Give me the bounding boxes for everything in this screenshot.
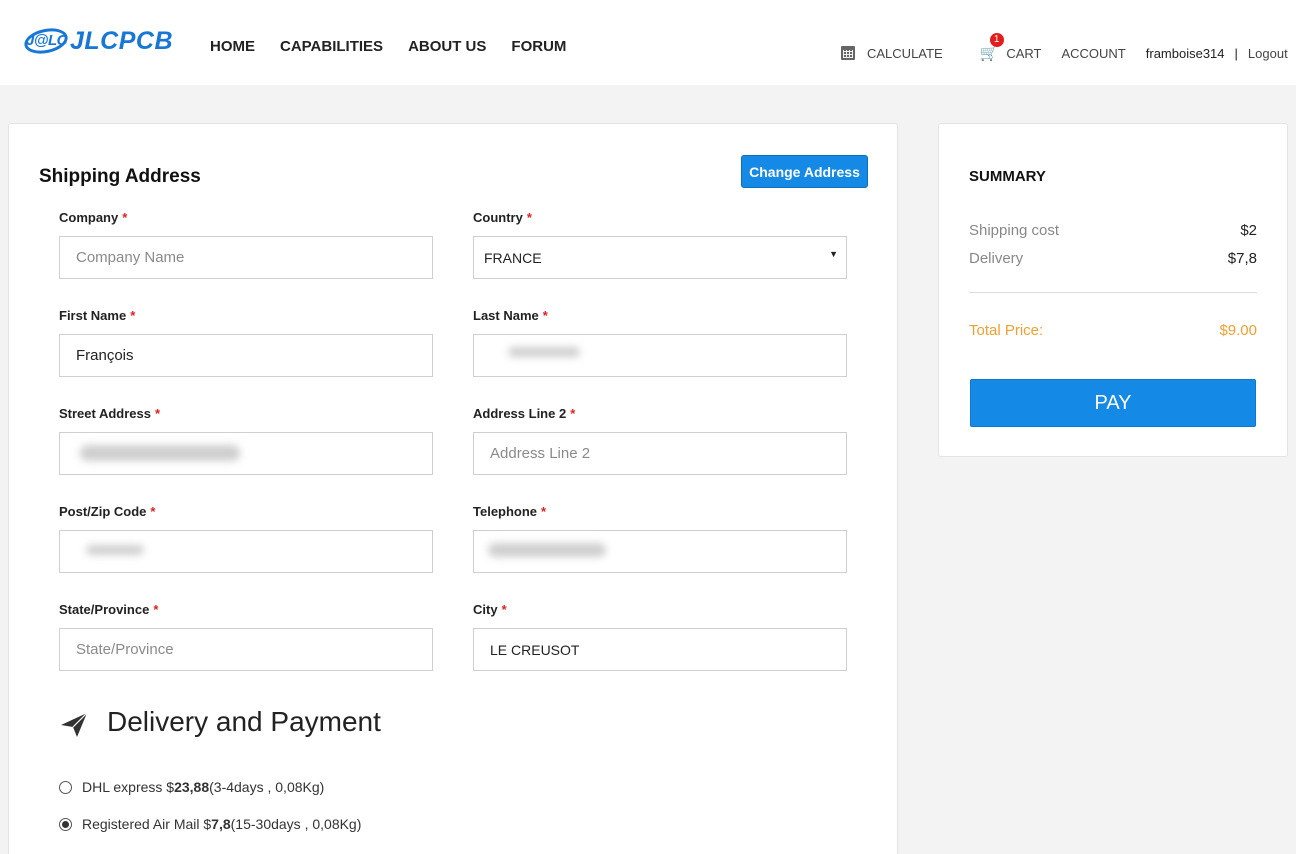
- shipping-cost-value: $2: [1240, 222, 1257, 239]
- city-field[interactable]: LE CREUSOT: [473, 628, 847, 671]
- redacted-text: [86, 545, 144, 555]
- nav-about-us[interactable]: ABOUT US: [408, 38, 486, 55]
- nav-forum[interactable]: FORUM: [511, 38, 566, 55]
- account-link[interactable]: ACCOUNT: [1061, 46, 1125, 61]
- state-province-field[interactable]: State/Province: [59, 628, 433, 671]
- option-price: 7,8: [211, 816, 231, 832]
- cart-count-badge: 1: [989, 33, 1004, 47]
- last-name-label: Last Name *: [473, 308, 548, 323]
- option-price: 23,88: [174, 779, 210, 795]
- zip-code-field[interactable]: [59, 530, 433, 573]
- cart-link[interactable]: 🛒 1 CART: [980, 33, 1042, 62]
- logo-text: JLCPCB: [70, 26, 174, 55]
- option-detail: (3-4days , 0,08Kg): [209, 779, 325, 795]
- redacted-text: [508, 347, 580, 357]
- top-header: J@LC JLCPCB HOME CAPABILITIES ABOUT US F…: [0, 0, 1296, 85]
- delivery-option-dhl[interactable]: DHL express $23,88 (3-4days , 0,08Kg): [59, 779, 324, 795]
- pay-button[interactable]: PAY: [970, 379, 1256, 427]
- user-toolbar: CALCULATE 🛒 1 CART ACCOUNT framboise314 |…: [841, 33, 1288, 62]
- radio-dhl[interactable]: [59, 780, 72, 794]
- first-name-label: First Name *: [59, 308, 136, 323]
- separator: |: [1234, 45, 1238, 61]
- logout-link[interactable]: Logout: [1248, 46, 1288, 61]
- change-address-button[interactable]: Change Address: [741, 155, 868, 188]
- delivery-value: $7,8: [1227, 250, 1257, 267]
- logo-badge-text: J@LC: [26, 32, 67, 49]
- username-link[interactable]: framboise314: [1146, 46, 1225, 61]
- nav-home[interactable]: HOME: [210, 38, 255, 55]
- street-address-label: Street Address *: [59, 406, 161, 421]
- total-price-label: Total Price:: [969, 322, 1044, 339]
- telephone-label: Telephone *: [473, 504, 547, 519]
- company-label: Company *: [59, 210, 128, 225]
- calendar-icon: [841, 46, 855, 60]
- cart-icon: 🛒 1: [980, 33, 1004, 62]
- shipping-title: Shipping Address: [39, 166, 201, 187]
- option-name: Registered Air Mail $: [82, 816, 212, 832]
- address-line-2-label: Address Line 2 *: [473, 406, 576, 421]
- paper-plane-icon: [61, 712, 88, 737]
- option-detail: (15-30days , 0,08Kg): [230, 816, 362, 832]
- last-name-field[interactable]: [473, 334, 847, 377]
- chevron-down-icon: ▼: [829, 249, 838, 259]
- telephone-field[interactable]: [473, 530, 847, 573]
- summary-panel: SUMMARY Shipping cost $2 Delivery $7,8 T…: [938, 123, 1288, 457]
- delivery-row: Delivery $7,8: [969, 250, 1257, 267]
- address-line-2-field[interactable]: Address Line 2: [473, 432, 847, 475]
- zip-code-label: Post/Zip Code *: [59, 504, 156, 519]
- delivery-option-air-mail[interactable]: Registered Air Mail $7,8 (15-30days , 0,0…: [59, 816, 361, 832]
- jlcpcb-logo[interactable]: J@LC JLCPCB: [21, 24, 174, 58]
- summary-title: SUMMARY: [969, 168, 1046, 185]
- radio-air-mail[interactable]: [59, 817, 72, 831]
- company-field[interactable]: Company Name: [59, 236, 433, 279]
- calculate-link[interactable]: CALCULATE: [841, 46, 943, 61]
- delivery-payment-title: Delivery and Payment: [107, 706, 381, 737]
- first-name-field[interactable]: François: [59, 334, 433, 377]
- summary-divider: [969, 292, 1257, 293]
- logo-badge-icon: J@LC: [21, 24, 71, 58]
- redacted-text: [80, 445, 240, 461]
- total-price-value: $9.00: [1219, 322, 1257, 339]
- state-province-label: State/Province *: [59, 602, 159, 617]
- shipping-cost-label: Shipping cost: [969, 222, 1060, 239]
- shipping-panel: Shipping Address Change Address Company *…: [8, 123, 898, 854]
- shipping-cost-row: Shipping cost $2: [969, 222, 1257, 239]
- street-address-field[interactable]: [59, 432, 433, 475]
- country-value: FRANCE: [484, 249, 542, 266]
- delivery-label: Delivery: [969, 250, 1024, 267]
- total-price-row: Total Price: $9.00: [969, 322, 1257, 339]
- calculate-label: CALCULATE: [867, 45, 943, 61]
- city-label: City *: [473, 602, 507, 617]
- cart-label: CART: [1006, 45, 1042, 61]
- country-select[interactable]: FRANCE ▼: [473, 236, 847, 279]
- option-name: DHL express $: [82, 779, 175, 795]
- redacted-text: [488, 543, 606, 557]
- nav-capabilities[interactable]: CAPABILITIES: [280, 38, 383, 55]
- country-label: Country *: [473, 210, 532, 225]
- main-nav: HOME CAPABILITIES ABOUT US FORUM: [210, 38, 591, 55]
